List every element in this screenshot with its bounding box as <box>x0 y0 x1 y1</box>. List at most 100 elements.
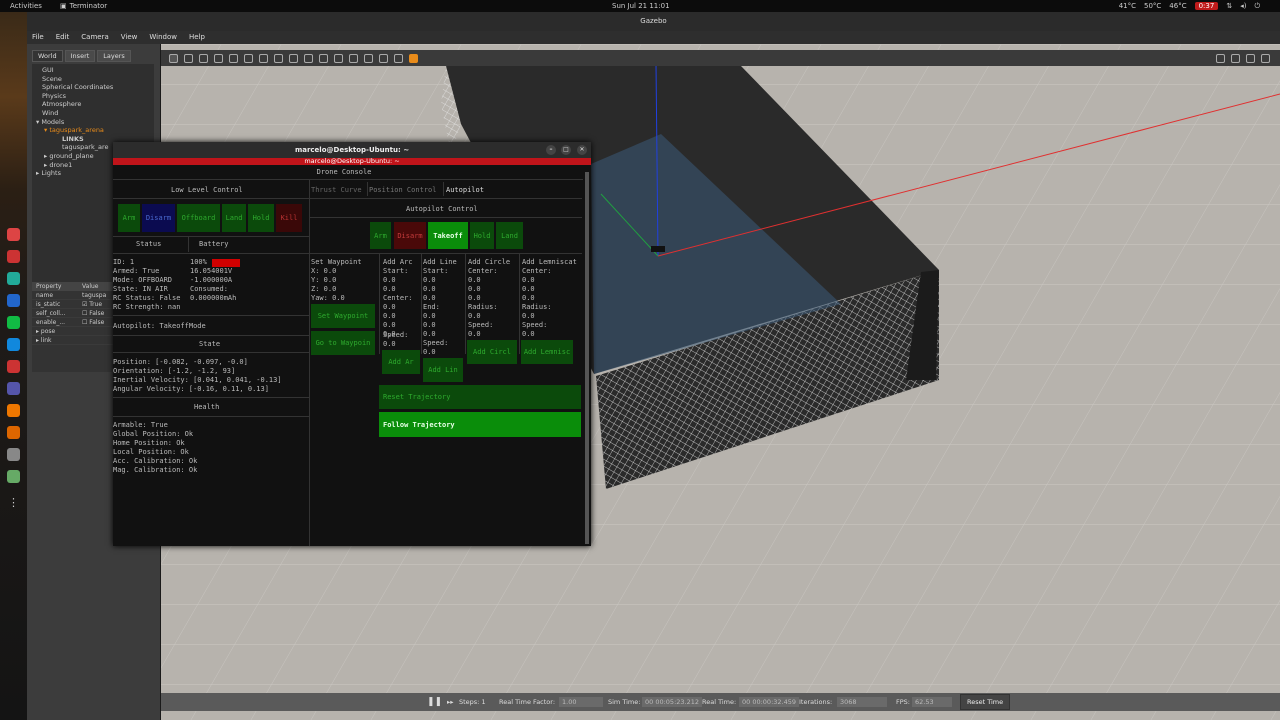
tab-insert[interactable]: Insert <box>64 50 96 62</box>
tab-layers[interactable]: Layers <box>97 50 131 62</box>
rotate-icon[interactable] <box>199 53 208 63</box>
arc-field[interactable]: 0.0 <box>383 312 396 321</box>
lemniscate-field[interactable]: Center: <box>522 267 552 276</box>
line-field[interactable]: End: <box>423 303 440 312</box>
activities-button[interactable]: Activities <box>10 2 42 10</box>
view-angle-icon[interactable] <box>409 53 418 63</box>
reset-trajectory-button[interactable]: Reset Trajectory <box>379 385 581 409</box>
tree-item[interactable]: Physics <box>34 92 152 101</box>
tree-item[interactable]: ▾ taguspark_arena <box>34 126 152 135</box>
lemniscate-field[interactable]: 0.0 <box>522 312 535 321</box>
plot-icon[interactable] <box>1246 53 1255 63</box>
kill-button[interactable]: Kill <box>276 204 302 232</box>
tree-item[interactable]: GUI <box>34 66 152 75</box>
ap-land-button[interactable]: Land <box>496 222 523 249</box>
menu-help[interactable]: Help <box>189 31 205 44</box>
spot-light-icon[interactable] <box>319 53 328 63</box>
line-field[interactable]: 0.0 <box>423 276 436 285</box>
arc-field[interactable]: 0.0 <box>383 285 396 294</box>
go-to-waypoint-button[interactable]: Go to Waypoin <box>311 331 375 355</box>
add-line-button[interactable]: Add Lin <box>423 358 463 382</box>
recording-indicator[interactable]: 0:37 <box>1194 2 1219 10</box>
app-icon-9[interactable] <box>7 404 20 417</box>
hold-button[interactable]: Hold <box>248 204 274 232</box>
app-icon-11[interactable] <box>7 448 20 461</box>
app-icon-3[interactable] <box>7 272 20 285</box>
sphere-icon[interactable] <box>274 53 283 63</box>
waypoint-x[interactable]: X: 0.0 <box>311 267 336 276</box>
app-icon-1[interactable] <box>7 228 20 241</box>
tab-world[interactable]: World <box>32 50 63 62</box>
app-icon-8[interactable] <box>7 382 20 395</box>
active-app-label[interactable]: ▣ Terminator <box>60 2 107 10</box>
offboard-button[interactable]: Offboard <box>177 204 220 232</box>
paste-icon[interactable] <box>364 53 373 63</box>
cylinder-icon[interactable] <box>289 53 298 63</box>
menu-edit[interactable]: Edit <box>56 31 70 44</box>
set-waypoint-button[interactable]: Set Waypoint <box>311 304 375 328</box>
arc-field[interactable]: Center: <box>383 294 413 303</box>
circle-field[interactable]: Speed: <box>468 321 493 330</box>
drone-model[interactable] <box>651 246 665 252</box>
redo-icon[interactable] <box>244 53 253 63</box>
tree-item[interactable]: Wind <box>34 109 152 118</box>
ap-disarm-button[interactable]: Disarm <box>394 222 426 249</box>
app-icon-10[interactable] <box>7 426 20 439</box>
lemniscate-field[interactable]: 0.0 <box>522 276 535 285</box>
tree-item[interactable]: Spherical Coordinates <box>34 83 152 92</box>
app-icon-12[interactable] <box>7 470 20 483</box>
reset-time-button[interactable]: Reset Time <box>960 694 1011 710</box>
line-field[interactable]: Start: <box>423 267 448 276</box>
tab-autopilot[interactable]: Autopilot <box>446 186 484 195</box>
circle-field[interactable]: 0.0 <box>468 330 481 339</box>
box-icon[interactable] <box>259 53 268 63</box>
clock[interactable]: Sun Jul 21 11:01 <box>612 2 670 10</box>
waypoint-yaw[interactable]: Yaw: 0.0 <box>311 294 345 303</box>
add-arc-button[interactable]: Add Ar <box>382 350 420 374</box>
lemniscate-field[interactable]: 0.0 <box>522 330 535 339</box>
scale-icon[interactable] <box>214 53 223 63</box>
tree-item[interactable]: Scene <box>34 75 152 84</box>
tab-position-control[interactable]: Position Control <box>369 186 436 195</box>
arm-button[interactable]: Arm <box>118 204 140 232</box>
circle-field[interactable]: Center: <box>468 267 498 276</box>
app-icon-2[interactable] <box>7 250 20 263</box>
line-field[interactable]: 0.0 <box>423 321 436 330</box>
ap-hold-button[interactable]: Hold <box>470 222 494 249</box>
pause-icon[interactable]: ❚❚ <box>427 697 442 707</box>
step-icon[interactable]: ▸▸ <box>447 698 454 706</box>
add-circle-button[interactable]: Add Circl <box>467 340 517 364</box>
translate-icon[interactable] <box>184 53 193 63</box>
lemniscate-field[interactable]: 0.0 <box>522 285 535 294</box>
arc-field[interactable]: 0.0 <box>383 276 396 285</box>
line-field[interactable]: 0.0 <box>423 330 436 339</box>
waypoint-z[interactable]: Z: 0.0 <box>311 285 336 294</box>
spotify-icon[interactable] <box>7 316 20 329</box>
video-icon[interactable] <box>1261 53 1270 63</box>
copy-icon[interactable] <box>349 53 358 63</box>
menu-camera[interactable]: Camera <box>81 31 108 44</box>
menu-view[interactable]: View <box>121 31 138 44</box>
vscode-icon[interactable] <box>7 338 20 351</box>
arc-field[interactable]: 0.0 <box>383 321 396 330</box>
circle-field[interactable]: 0.0 <box>468 276 481 285</box>
ap-arm-button[interactable]: Arm <box>370 222 391 249</box>
point-light-icon[interactable] <box>304 53 313 63</box>
circle-field[interactable]: 0.0 <box>468 312 481 321</box>
lemniscate-field[interactable]: 0.0 <box>522 294 535 303</box>
steps-label[interactable]: Steps: 1 <box>459 698 486 706</box>
waypoint-y[interactable]: Y: 0.0 <box>311 276 336 285</box>
line-field[interactable]: 0.0 <box>423 294 436 303</box>
app-icon-4[interactable] <box>7 294 20 307</box>
circle-field[interactable]: Radius: <box>468 303 498 312</box>
arc-field[interactable]: 0.0 <box>383 303 396 312</box>
system-tray[interactable]: 41°C 50°C 46°C 0:37 ⇅ ◂) ⏻ <box>1119 2 1260 11</box>
snap-icon[interactable] <box>394 53 403 63</box>
add-lemniscate-button[interactable]: Add Lemnisc <box>521 340 573 364</box>
ap-takeoff-button[interactable]: Takeoff <box>428 222 468 249</box>
tab-thrust-curve[interactable]: Thrust Curve <box>311 186 362 195</box>
line-field[interactable]: 0.0 <box>423 312 436 321</box>
line-speed[interactable]: 0.0 <box>423 348 436 357</box>
align-icon[interactable] <box>379 53 388 63</box>
tree-item[interactable]: ▾ Models <box>34 118 152 127</box>
